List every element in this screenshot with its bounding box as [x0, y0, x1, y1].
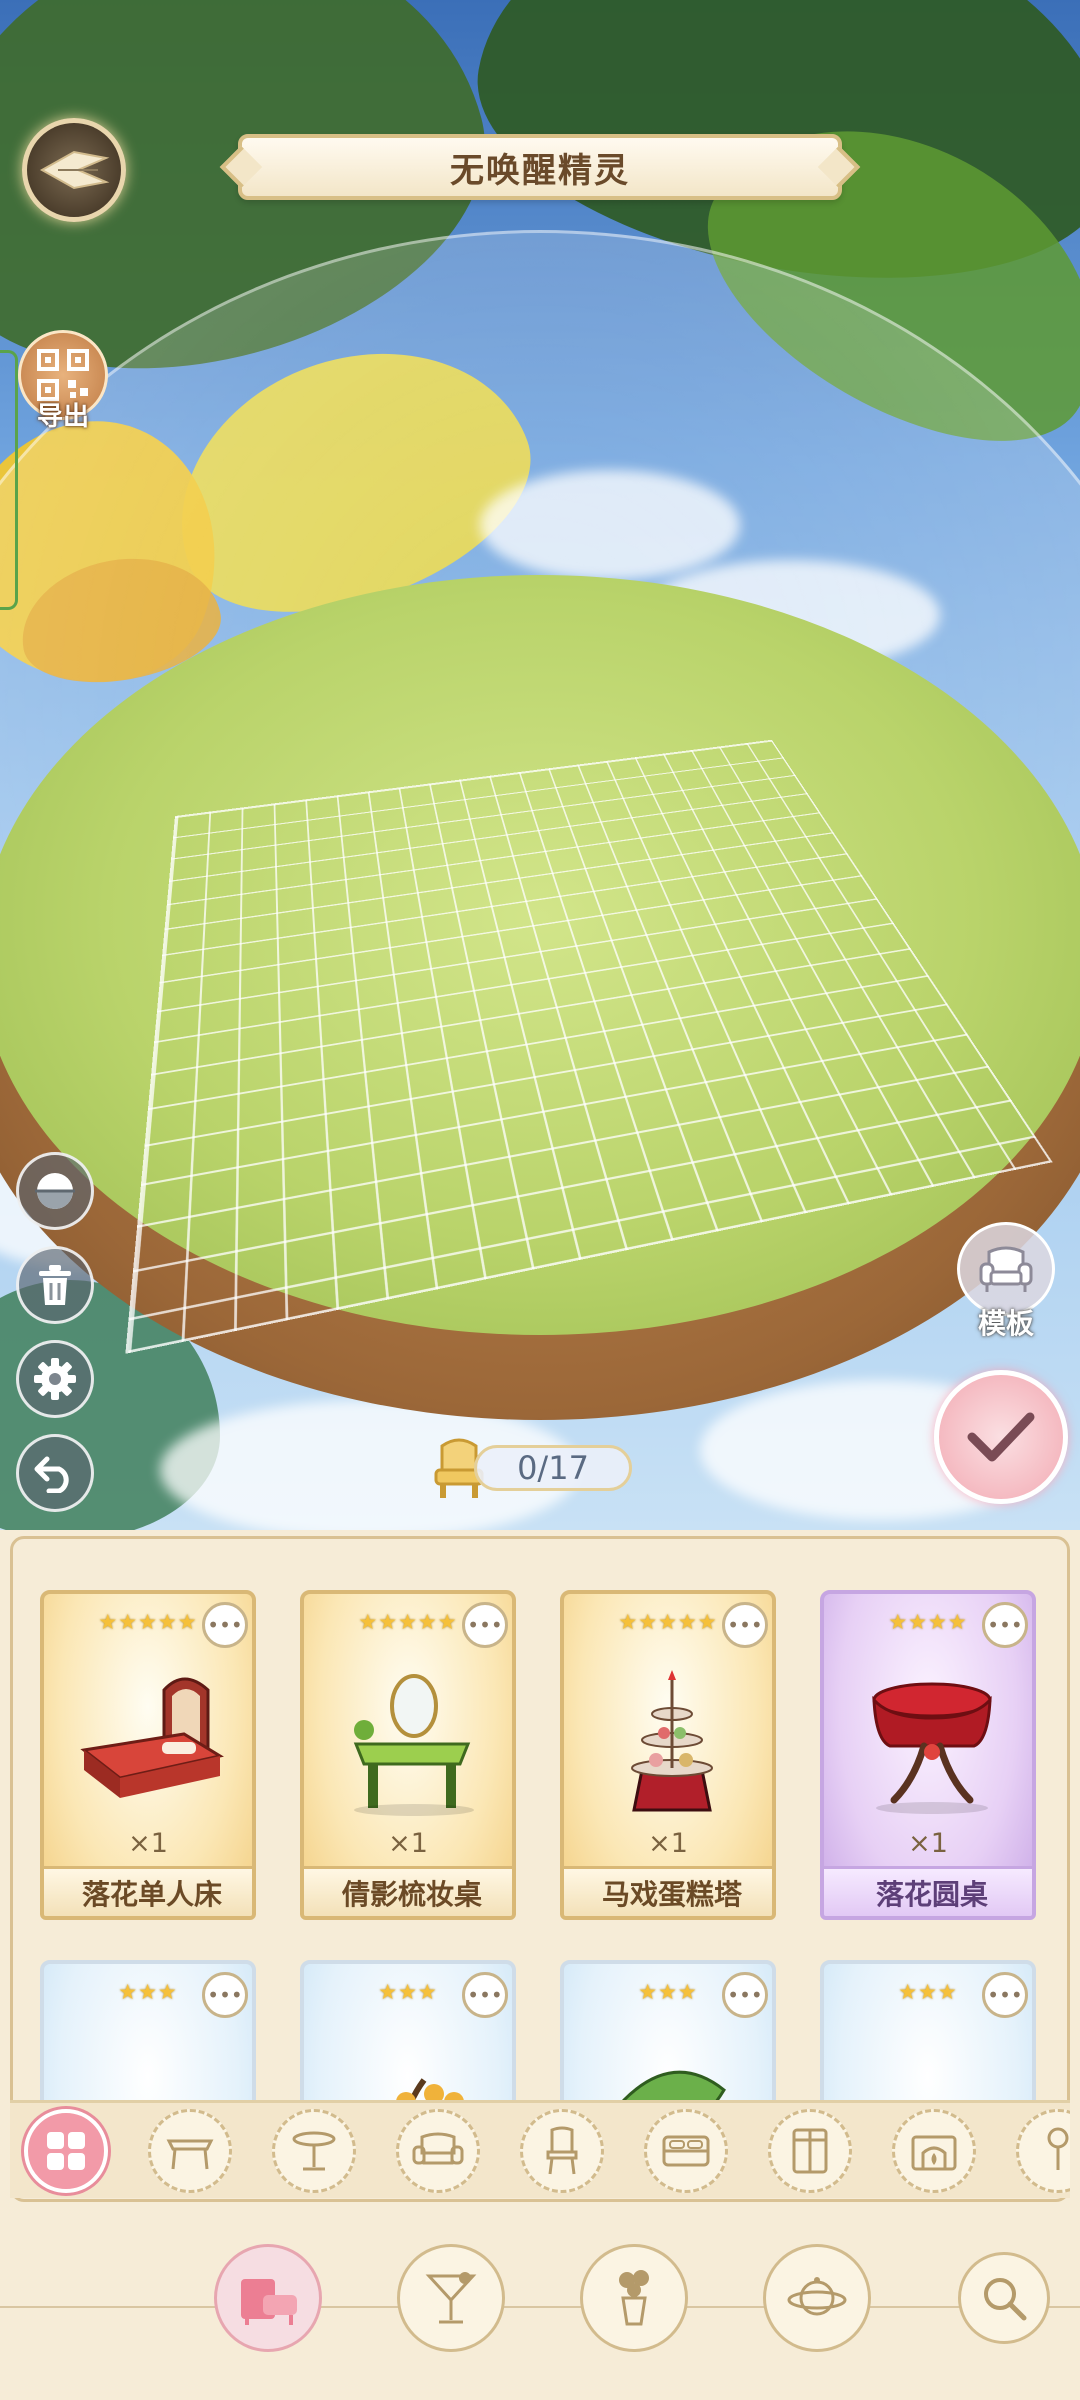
item-name: 马戏蛋糕塔 — [564, 1866, 772, 1916]
back-button[interactable] — [22, 118, 126, 222]
category-chair[interactable] — [520, 2108, 604, 2193]
lamp-icon — [1047, 2127, 1069, 2170]
export-label: 导出 — [36, 402, 89, 432]
more-button[interactable]: ••• — [722, 1602, 768, 1648]
more-button[interactable]: ••• — [722, 1972, 768, 2018]
visibility-toggle-button[interactable] — [16, 1152, 94, 1230]
fireplace-icon — [911, 2135, 957, 2170]
nav-scene[interactable] — [763, 2244, 871, 2352]
cocktail-icon — [425, 2272, 477, 2324]
export-button[interactable]: 导出 — [16, 330, 110, 442]
nav-food[interactable] — [397, 2244, 505, 2352]
nav-furniture[interactable] — [214, 2244, 322, 2352]
category-cabinet[interactable] — [768, 2108, 852, 2193]
item-quantity: ×1 — [128, 1828, 168, 1859]
delete-button[interactable] — [16, 1246, 94, 1324]
counter-value: 0/17 — [474, 1445, 632, 1491]
confirm-button[interactable] — [934, 1370, 1068, 1504]
more-button[interactable]: ••• — [462, 1602, 508, 1648]
half-circle-icon — [35, 1173, 75, 1209]
item-name: 倩影梳妆桌 — [304, 1866, 512, 1916]
category-bed[interactable] — [644, 2108, 728, 2193]
trash-icon — [39, 1265, 71, 1305]
search-button[interactable] — [958, 2252, 1050, 2344]
item-grid[interactable]: ★★★★★ ••• ×1 落花单人床 ★★★★★ ••• ×1 倩影梳妆桌 ★★… — [10, 1560, 1070, 2130]
title-banner: 无唤醒精灵 — [238, 134, 842, 200]
item-name: 落花圆桌 — [824, 1866, 1032, 1916]
item-quantity: ×1 — [908, 1828, 948, 1859]
category-lamp[interactable] — [1016, 2108, 1070, 2193]
item-name: 落花单人床 — [44, 1866, 252, 1916]
page-title: 无唤醒精灵 — [450, 150, 630, 191]
category-bar[interactable] — [10, 2100, 1070, 2198]
furniture-icon — [241, 2279, 297, 2325]
cabinet-icon — [792, 2128, 828, 2173]
item-quantity: ×1 — [388, 1828, 428, 1859]
all-icon — [47, 2131, 85, 2170]
garden-scene[interactable] — [0, 0, 1080, 1530]
inventory-panel: ★★★★★ ••• ×1 落花单人床 ★★★★★ ••• ×1 倩影梳妆桌 ★★… — [0, 1530, 1080, 2400]
undo-icon — [34, 1456, 69, 1493]
nav-divider — [0, 2306, 1080, 2308]
bed-icon — [80, 1677, 224, 1798]
planet-icon — [787, 2277, 847, 2316]
cake-tower-icon — [631, 1670, 713, 1812]
wing-back-icon — [39, 150, 110, 190]
bottom-nav — [0, 2220, 1080, 2400]
more-button[interactable]: ••• — [982, 1602, 1028, 1648]
template-label: 模板 — [977, 1307, 1034, 1340]
item-card-bed[interactable]: ★★★★★ ••• ×1 落花单人床 — [40, 1590, 256, 1920]
category-round-table[interactable] — [272, 2108, 356, 2193]
gear-icon — [34, 1358, 76, 1400]
item-card-round-table[interactable]: ★★★★ ••• ×1 落花圆桌 — [820, 1590, 1036, 1920]
round-table-icon — [872, 1682, 992, 1814]
more-button[interactable]: ••• — [202, 1972, 248, 2018]
more-button[interactable]: ••• — [202, 1602, 248, 1648]
bed-icon — [662, 2135, 710, 2166]
sofa-icon — [412, 2132, 464, 2164]
category-sofa[interactable] — [396, 2108, 480, 2193]
category-all[interactable] — [24, 2108, 108, 2193]
chair-icon — [546, 2126, 578, 2174]
table-icon — [166, 2139, 214, 2169]
undo-button[interactable] — [16, 1434, 94, 1512]
flower-vase-icon — [619, 2270, 649, 2326]
item-card-vanity[interactable]: ★★★★★ ••• ×1 倩影梳妆桌 — [300, 1590, 516, 1920]
item-card-cake-tower[interactable]: ★★★★★ ••• ×1 马戏蛋糕塔 — [560, 1590, 776, 1920]
more-button[interactable]: ••• — [982, 1972, 1028, 2018]
vanity-table-icon — [353, 1674, 474, 1816]
furniture-counter: 0/17 — [430, 1438, 632, 1498]
category-fireplace[interactable] — [892, 2108, 976, 2193]
category-table[interactable] — [148, 2108, 232, 2193]
settings-button[interactable] — [16, 1340, 94, 1418]
search-icon — [984, 2278, 1027, 2321]
template-button[interactable]: 模板 — [954, 1222, 1058, 1342]
item-quantity: ×1 — [648, 1828, 688, 1859]
round-table-icon — [292, 2131, 336, 2170]
more-button[interactable]: ••• — [462, 1972, 508, 2018]
nav-decor[interactable] — [580, 2244, 688, 2352]
checkmark-icon — [967, 1412, 1035, 1462]
